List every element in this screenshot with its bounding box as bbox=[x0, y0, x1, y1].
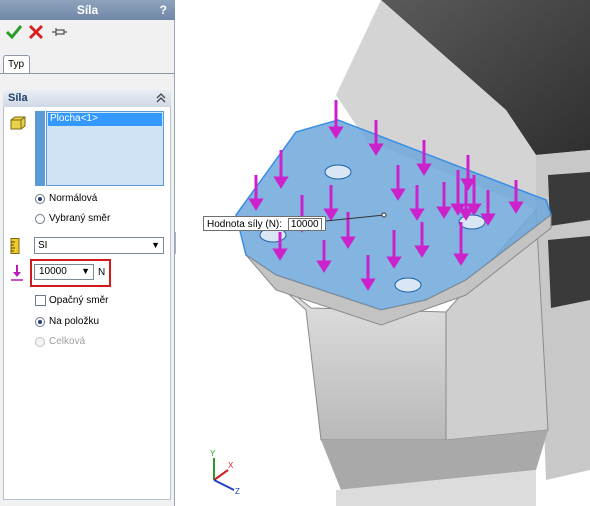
panel-title-bar: Síla ? bbox=[0, 0, 175, 20]
mounting-hole bbox=[458, 214, 486, 230]
cancel-x-icon[interactable] bbox=[27, 23, 45, 41]
force-value: 10000 bbox=[39, 266, 67, 277]
callout-anchor bbox=[381, 212, 387, 218]
unit-system-value: SI bbox=[38, 240, 48, 251]
ok-checkmark-icon[interactable] bbox=[5, 23, 23, 41]
tab-divider bbox=[0, 73, 175, 74]
force-value-callout[interactable]: Hodnota síly (N): 10000 bbox=[203, 216, 326, 231]
mounting-hole bbox=[394, 277, 422, 293]
selection-list-bar bbox=[35, 111, 45, 186]
housing-slot-upper bbox=[548, 172, 590, 226]
housing-slot-lower bbox=[548, 236, 590, 308]
force-unit-label: N bbox=[98, 267, 106, 278]
collapse-chevron-icon[interactable] bbox=[155, 91, 167, 105]
callout-label: Hodnota síly (N): bbox=[207, 219, 283, 230]
triad-x-axis bbox=[213, 469, 229, 481]
property-manager-panel: Síla ? Typ Síla Plocha<1> Normálová Vybr… bbox=[0, 0, 175, 506]
pushpin-icon[interactable] bbox=[50, 23, 68, 41]
view-triad[interactable]: Y X Z bbox=[210, 449, 240, 496]
triad-z-axis bbox=[213, 479, 235, 491]
radio-per-item[interactable] bbox=[35, 317, 45, 327]
radio-per-item-label: Na položku bbox=[49, 316, 100, 327]
reverse-direction-checkbox[interactable] bbox=[35, 295, 46, 306]
radio-total[interactable] bbox=[35, 337, 45, 347]
triad-z-label: Z bbox=[235, 487, 240, 496]
force-arrow bbox=[328, 100, 344, 139]
radio-normal[interactable] bbox=[35, 194, 45, 204]
dropdown-arrow-icon: ▼ bbox=[151, 240, 160, 250]
panel-title: Síla bbox=[76, 3, 99, 17]
selection-list-item[interactable]: Plocha<1> bbox=[48, 113, 162, 126]
group-title: Síla bbox=[8, 92, 28, 104]
radio-selected-direction-label: Vybraný směr bbox=[49, 213, 111, 224]
units-ruler-icon bbox=[10, 238, 20, 254]
callout-value[interactable]: 10000 bbox=[287, 218, 322, 231]
tab-type[interactable]: Typ bbox=[3, 55, 30, 74]
radio-normal-label: Normálová bbox=[49, 193, 98, 204]
graphics-viewport[interactable]: Y X Z bbox=[176, 0, 590, 506]
selection-list[interactable]: Plocha<1> bbox=[46, 111, 164, 186]
face-selection-icon bbox=[10, 116, 26, 130]
reverse-direction-label: Opačný směr bbox=[49, 295, 109, 306]
radio-selected-direction[interactable] bbox=[35, 214, 45, 224]
radio-total-label: Celková bbox=[49, 336, 86, 347]
force-arrow-icon bbox=[11, 265, 23, 281]
model-scene[interactable]: Y X Z bbox=[176, 0, 590, 506]
dropdown-arrow-icon[interactable]: ▼ bbox=[81, 266, 90, 276]
force-value-input[interactable]: 10000 ▼ bbox=[34, 264, 94, 280]
mounting-hole bbox=[324, 164, 352, 180]
help-icon[interactable]: ? bbox=[160, 3, 167, 17]
unit-system-select[interactable]: SI ▼ bbox=[34, 237, 164, 254]
triad-y-label: Y bbox=[210, 449, 216, 458]
triad-x-label: X bbox=[228, 461, 234, 470]
force-group-header[interactable]: Síla bbox=[3, 90, 171, 107]
